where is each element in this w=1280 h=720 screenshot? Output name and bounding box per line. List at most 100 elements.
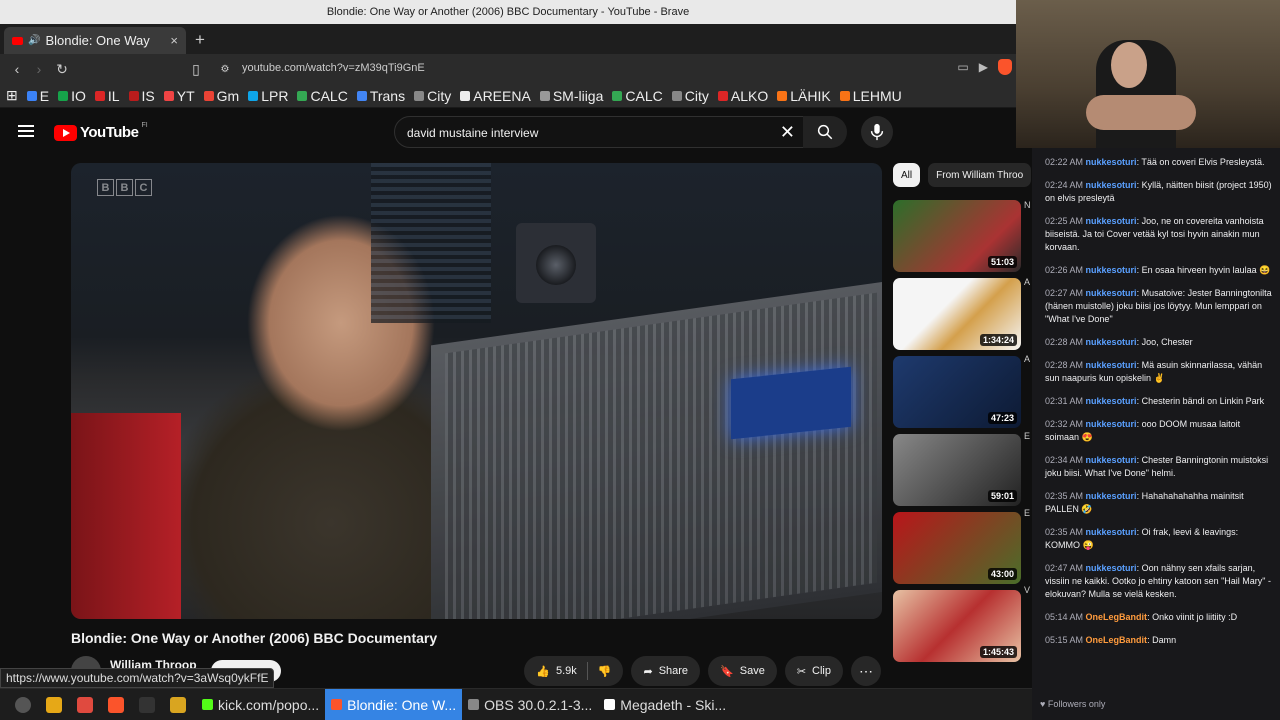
brave-shields-icon[interactable] xyxy=(998,59,1012,75)
bookmark-item[interactable]: LEHMU xyxy=(839,88,902,104)
chat-username[interactable]: nukkesoturi xyxy=(1086,265,1137,275)
terminal-icon[interactable] xyxy=(139,696,155,713)
like-icon[interactable]: 👍 xyxy=(536,665,550,678)
chat-username[interactable]: nukkesoturi xyxy=(1086,419,1137,429)
save-button[interactable]: 🔖 Save xyxy=(708,656,777,686)
youtube-logo[interactable]: YouTube FI xyxy=(54,122,148,141)
more-actions-button[interactable]: ⋯ xyxy=(851,656,881,686)
recommendation-title-fragment[interactable]: A xyxy=(1024,277,1032,287)
search-input[interactable]: david mustaine interview ✕ xyxy=(394,116,808,148)
like-count[interactable]: 5.9k xyxy=(556,665,577,677)
chat-username[interactable]: nukkesoturi xyxy=(1086,288,1137,298)
folder-icon[interactable] xyxy=(170,696,186,713)
recommendation-thumbnail[interactable]: 47:23 xyxy=(893,356,1021,428)
scissors-icon: ✂ xyxy=(796,665,807,678)
bookmark-item[interactable]: E xyxy=(26,88,49,104)
browser-tab-active[interactable]: 🔊 Blondie: One Way × xyxy=(4,27,186,54)
bookmark-favicon-icon xyxy=(26,90,37,101)
recommendation-thumbnail[interactable]: 51:03 xyxy=(893,200,1021,272)
taskbar-window[interactable]: Blondie: One W... xyxy=(325,688,463,720)
chip-all[interactable]: All xyxy=(893,163,921,187)
chat-username[interactable]: nukkesoturi xyxy=(1086,337,1137,347)
bookmark-item[interactable]: City xyxy=(414,88,451,104)
bookmark-item[interactable]: SM-liiga xyxy=(539,88,603,104)
share-button[interactable]: ➦ Share xyxy=(631,656,701,686)
recommendation-title-fragment[interactable]: N xyxy=(1024,200,1032,210)
bookmark-item[interactable]: CALC xyxy=(297,88,348,104)
chat-username[interactable]: nukkesoturi xyxy=(1086,527,1137,537)
cast-icon[interactable]: ▭ xyxy=(957,60,968,74)
bookmark-item[interactable]: ALKO xyxy=(717,88,768,104)
recommendation-titles-clipped: N A A E E V xyxy=(1024,200,1032,680)
chat-username[interactable]: OneLegBandit xyxy=(1086,635,1148,645)
share-label: Share xyxy=(658,665,689,677)
recommendation-title-fragment[interactable]: E xyxy=(1024,508,1032,518)
video-player[interactable]: B B C xyxy=(71,163,882,619)
chat-timestamp: 02:35 AM xyxy=(1045,491,1084,501)
studio-speaker xyxy=(516,223,596,303)
recommendation-title-fragment[interactable]: V xyxy=(1024,585,1032,595)
chat-message: 02:35 AM nukkesoturi: Oi frak, leevi & l… xyxy=(1045,527,1239,550)
recommendation-thumbnail[interactable]: 43:00 xyxy=(893,512,1021,584)
taskbar-window[interactable]: kick.com/popo... xyxy=(196,689,325,720)
forward-icon[interactable]: › xyxy=(28,58,50,80)
chat-username[interactable]: nukkesoturi xyxy=(1086,491,1137,501)
bookmark-item[interactable]: LPR xyxy=(248,88,288,104)
chat-username[interactable]: nukkesoturi xyxy=(1086,396,1137,406)
chat-message: 05:14 AM OneLegBandit: Onko viinit jo li… xyxy=(1045,612,1238,622)
screenshot-app-icon[interactable] xyxy=(77,696,93,713)
chat-username[interactable]: nukkesoturi xyxy=(1086,360,1137,370)
reload-icon[interactable]: ↻ xyxy=(51,58,73,80)
files-icon[interactable] xyxy=(46,696,62,713)
bookmark-item[interactable]: IS xyxy=(128,88,155,104)
taskbar-window[interactable]: Megadeth - Ski... xyxy=(598,689,732,720)
bookmark-item[interactable]: LÄHIK xyxy=(777,88,831,104)
bookmark-item[interactable]: YT xyxy=(163,87,195,104)
bookmark-favicon-icon xyxy=(460,90,471,101)
chat-username[interactable]: nukkesoturi xyxy=(1086,180,1137,190)
recommendation-title-fragment[interactable]: E xyxy=(1024,431,1032,441)
bookmark-item[interactable]: CALC xyxy=(612,88,663,104)
recommendation-thumbnail[interactable]: 59:01 xyxy=(893,434,1021,506)
chat-username[interactable]: nukkesoturi xyxy=(1086,455,1137,465)
back-icon[interactable]: ‹ xyxy=(6,58,28,80)
bookmark-favicon-icon xyxy=(777,90,788,101)
url-field[interactable]: youtube.com/watch?v=zM39qTi9GnE xyxy=(242,62,425,74)
site-info-icon[interactable]: ⚙ xyxy=(214,58,236,80)
recommendation-title-fragment[interactable]: A xyxy=(1024,354,1032,364)
brave-browser-icon[interactable] xyxy=(108,696,124,713)
bookmark-item[interactable]: City xyxy=(671,88,709,104)
search-button[interactable] xyxy=(803,116,847,148)
bookmark-item[interactable]: AREENA xyxy=(460,88,531,104)
clear-search-icon[interactable]: ✕ xyxy=(780,122,795,143)
taskbar-window[interactable]: OBS 30.0.2.1-3... xyxy=(462,689,598,720)
new-tab-button[interactable]: + xyxy=(195,30,205,50)
chat-username[interactable]: nukkesoturi xyxy=(1086,563,1137,573)
chat-username[interactable]: OneLegBandit xyxy=(1086,612,1148,622)
clip-button[interactable]: ✂ Clip xyxy=(784,656,843,686)
search-icon xyxy=(817,124,833,140)
bookmark-icon[interactable]: ▯ xyxy=(185,58,207,80)
voice-search-button[interactable] xyxy=(861,116,893,148)
taskbar-window-label: Blondie: One W... xyxy=(347,696,457,713)
chat-username[interactable]: nukkesoturi xyxy=(1086,216,1137,226)
chip-from-channel[interactable]: From William Throo xyxy=(928,163,1032,187)
recommendation-thumbnail[interactable]: 1:45:43 xyxy=(893,590,1021,662)
tab-close-icon[interactable]: × xyxy=(170,33,178,48)
video-duration: 59:01 xyxy=(987,490,1017,502)
start-menu-icon[interactable] xyxy=(15,696,31,713)
apps-icon[interactable]: ⊞ xyxy=(6,87,18,104)
bookmark-item[interactable]: IO xyxy=(58,88,86,104)
play-icon[interactable]: ▶ xyxy=(979,60,988,74)
recommendation-thumbnail[interactable]: 1:34:24 xyxy=(893,278,1021,350)
bookmark-label: YT xyxy=(176,87,195,104)
bookmark-item[interactable]: Trans xyxy=(356,88,405,104)
chat-username[interactable]: nukkesoturi xyxy=(1086,157,1137,167)
dislike-icon[interactable]: 👎 xyxy=(598,665,612,678)
bookmark-item[interactable]: Gm xyxy=(203,88,239,104)
speaker-icon[interactable]: 🔊 xyxy=(28,35,40,46)
menu-icon[interactable] xyxy=(18,125,34,137)
link-status-url: https://www.youtube.com/watch?v=3aWsq0yk… xyxy=(0,668,275,688)
bookmark-item[interactable]: IL xyxy=(94,88,120,104)
studio-monitor-screen xyxy=(731,366,851,440)
